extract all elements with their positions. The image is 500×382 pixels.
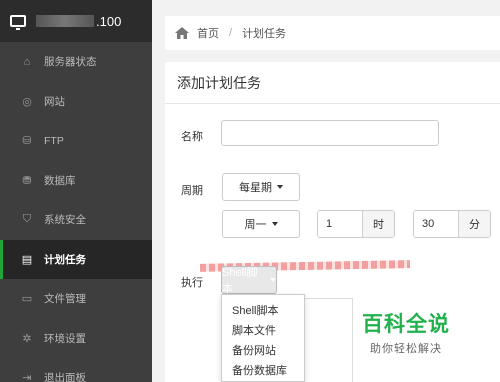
exec-label: 执行 [181, 277, 203, 289]
sidebar-item-label: FTP [44, 134, 64, 147]
sidebar-item-label: 数据库 [44, 174, 76, 187]
hour-input-group: 1 时 [317, 210, 395, 238]
minute-input[interactable]: 30 [414, 211, 458, 237]
breadcrumb-separator: / [229, 27, 233, 39]
sidebar-item[interactable]: ⌂ 服务器状态 [0, 42, 152, 82]
sidebar-item[interactable]: ▤ 计划任务 [0, 239, 152, 279]
sidebar-item-label: 环境设置 [44, 332, 86, 345]
sidebar-item[interactable]: ✲ 环境设置 [0, 319, 152, 359]
hour-input[interactable]: 1 [318, 211, 362, 237]
name-label: 名称 [181, 131, 203, 143]
caret-down-icon [271, 222, 278, 226]
ftp-server-icon: ⛁ [22, 135, 32, 148]
exec-type-value: Shell脚本 [222, 267, 258, 295]
period-label: 周期 [181, 185, 203, 197]
sidebar-item[interactable]: ⛁ FTP [0, 121, 152, 161]
server-header: .100 [0, 0, 152, 42]
dropdown-option[interactable]: 备份网站 [222, 341, 304, 361]
minute-unit: 分 [458, 211, 490, 237]
sidebar-item-label: 系统安全 [44, 214, 86, 227]
exec-type-dropdown: Shell脚本 脚本文件 备份网站 备份数据库 [221, 294, 305, 382]
globe-icon: ◎ [22, 95, 32, 108]
sidebar-item-label: 计划任务 [44, 253, 86, 266]
sidebar-item[interactable]: ⛃ 数据库 [0, 161, 152, 201]
redacted-ip [36, 15, 94, 27]
sidebar-item-label: 退出面板 [44, 372, 86, 382]
dropdown-option[interactable]: 脚本文件 [222, 321, 304, 341]
weekday-value: 周一 [244, 219, 267, 231]
folder-icon: ▭ [21, 293, 33, 306]
name-input[interactable] [221, 120, 439, 146]
dropdown-option[interactable]: Shell脚本 [222, 301, 304, 321]
shield-icon: ⛉ [22, 213, 32, 226]
period-type-select[interactable]: 每星期 [222, 173, 300, 201]
sidebar-item[interactable]: ▭ 文件管理 [0, 279, 152, 319]
minute-input-group: 30 分 [413, 210, 491, 238]
database-icon: ⛃ [22, 174, 32, 187]
sidebar-item[interactable]: ⛉ 系统安全 [0, 200, 152, 240]
server-ip-suffix: .100 [96, 13, 122, 29]
breadcrumb-home[interactable]: 首页 [197, 25, 219, 41]
sidebar-item-label: 文件管理 [44, 293, 86, 306]
dropdown-option[interactable]: 备份数据库 [222, 361, 304, 381]
panel-title: 添加计划任务 [165, 62, 500, 104]
breadcrumb-current: 计划任务 [242, 28, 287, 40]
hour-unit: 时 [362, 211, 394, 237]
gear-icon: ✲ [22, 332, 32, 345]
schedule-icon: ▤ [21, 253, 33, 266]
weekday-select[interactable]: 周一 [222, 210, 300, 238]
watermark-title: 百科全说 [362, 313, 450, 336]
sidebar-item[interactable]: ◎ 网站 [0, 82, 152, 122]
caret-down-icon [270, 278, 276, 282]
period-type-value: 每星期 [239, 182, 272, 194]
logout-icon: ⇥ [22, 372, 32, 382]
script-content-textarea[interactable] [305, 298, 353, 382]
watermark-subtitle: 助你轻松解决 [370, 343, 442, 355]
breadcrumb: 首页 / 计划任务 [165, 16, 500, 50]
watermark-badge: 百科全说 助你轻松解决 [362, 308, 450, 356]
home-icon: ⌂ [23, 55, 31, 68]
sidebar-item[interactable]: ⇥ 退出面板 [0, 358, 152, 382]
sidebar: .100 ⌂ 服务器状态 ◎ 网站 ⛁ FTP ⛃ 数据库 ⛉ 系统安全 ▤ 计划任务 ▭ 文件管理 ✲ 环境… [0, 0, 152, 382]
home-icon[interactable] [175, 27, 189, 39]
exec-type-select[interactable]: Shell脚本 [221, 266, 277, 295]
caret-down-icon [277, 185, 283, 189]
sidebar-item-label: 网站 [44, 95, 65, 108]
sidebar-item-label: 服务器状态 [44, 56, 97, 69]
monitor-icon [10, 15, 26, 30]
